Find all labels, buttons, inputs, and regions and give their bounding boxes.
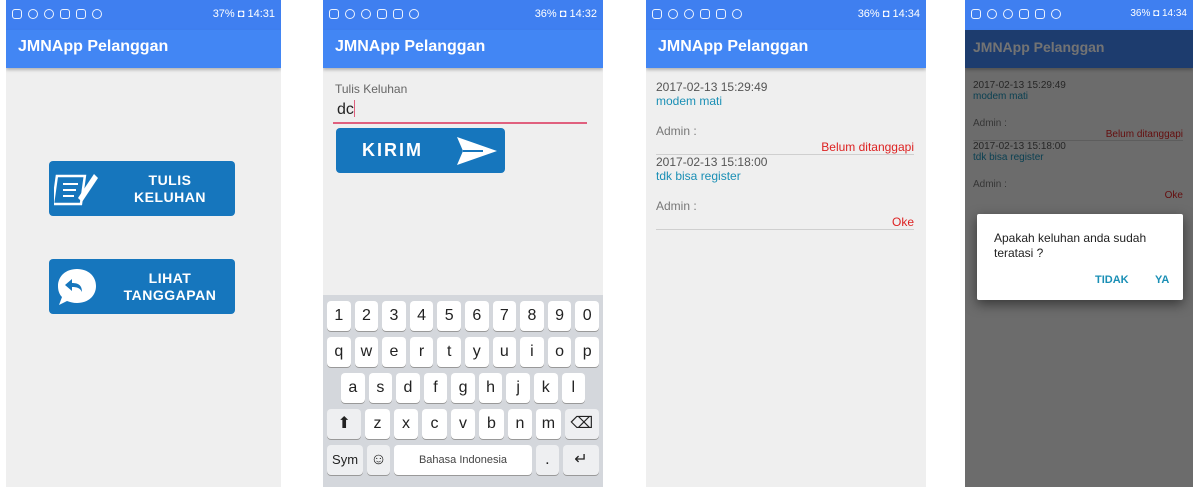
notification-icons [652,9,742,19]
phone-screen-confirm-dialog: 36% ◘ 14:34 JMNApp Pelanggan 2017-02-13 … [965,0,1193,487]
key-s[interactable]: s [368,373,393,403]
send-arrow-icon [449,131,505,171]
key-v[interactable]: v [450,409,476,439]
key-o[interactable]: o [547,337,572,367]
key-0[interactable]: 0 [575,301,599,331]
entry-status: Belum ditanggapi [821,140,914,154]
key-d[interactable]: d [396,373,420,403]
entry-status: Oke [891,215,914,229]
reply-bubble-icon [49,264,105,310]
status-right: 36% ◘ 14:32 [534,8,597,20]
status-right: 37% ◘ 14:31 [212,8,275,20]
key-1[interactable]: 1 [327,301,351,331]
notification-icons [12,9,102,19]
backspace-key[interactable]: ⌫ [564,409,599,439]
entry-message: modem mati [656,94,723,108]
entry-admin-label: Admin : [656,199,697,213]
kirim-label: KIRIM [362,140,423,160]
complaint-input[interactable]: dc [333,100,587,124]
complaint-field-label: Tulis Keluhan [335,82,408,96]
key-i[interactable]: i [520,337,544,367]
key-6[interactable]: 6 [464,301,489,331]
phone-screen-compose: 36% ◘ 14:32 JMNApp Pelanggan Tulis Keluh… [323,0,603,487]
ya-button[interactable]: YA [1155,274,1169,286]
period-key[interactable]: . [535,445,559,475]
key-y[interactable]: y [464,337,489,367]
entry-message: tdk bisa register [656,169,741,183]
app-title: JMNApp Pelanggan [646,30,926,68]
complaint-input-value: dc [337,101,354,118]
emoji-key[interactable]: ☺ [367,445,391,475]
phone-screen-responses: 36% ◘ 14:34 JMNApp Pelanggan 2017-02-13 … [646,0,926,487]
key-r[interactable]: r [409,337,434,367]
app-title: JMNApp Pelanggan [323,30,603,68]
lihat-tanggapan-label: LIHAT TANGGAPAN [123,269,217,303]
entry-date: 2017-02-13 15:18:00 [656,155,768,169]
tulis-keluhan-label: TULIS KELUHAN [134,171,206,205]
status-bar: 36% ◘ 14:34 [965,0,1193,30]
key-g[interactable]: g [451,373,475,403]
notification-icons [329,9,419,19]
status-bar: 36% ◘ 14:32 [323,0,603,30]
key-f[interactable]: f [423,373,448,403]
key-j[interactable]: j [506,373,530,403]
write-complaint-icon [49,166,105,212]
key-3[interactable]: 3 [382,301,406,331]
text-cursor [353,100,356,117]
status-bar: 36% ◘ 14:34 [646,0,926,30]
dialog-message: Apakah keluhan anda sudah teratasi ? [994,231,1147,260]
space-key[interactable]: Bahasa Indonesia [394,445,532,475]
divider [656,229,914,230]
enter-key[interactable]: ↵ [562,445,599,475]
status-right: 36% ◘ 14:34 [1130,8,1187,19]
list-item[interactable]: 2017-02-13 15:18:00 tdk bisa register Ad… [656,155,914,230]
phone-screen-home: 37% ◘ 14:31 JMNApp Pelanggan TULIS KELUH… [6,0,281,487]
key-c[interactable]: c [422,409,447,439]
key-b[interactable]: b [479,409,504,439]
key-h[interactable]: h [478,373,503,403]
key-4[interactable]: 4 [409,301,434,331]
status-right: 36% ◘ 14:34 [857,8,920,20]
tidak-button[interactable]: TIDAK [1095,274,1129,286]
key-e[interactable]: e [382,337,406,367]
status-bar: 37% ◘ 14:31 [6,0,281,30]
key-9[interactable]: 9 [547,301,572,331]
key-a[interactable]: a [341,373,365,403]
key-t[interactable]: t [437,337,461,367]
entry-date: 2017-02-13 15:29:49 [656,80,768,94]
kirim-button[interactable]: KIRIM [336,128,505,173]
key-u[interactable]: u [492,337,517,367]
app-title: JMNApp Pelanggan [6,30,281,68]
key-k[interactable]: k [533,373,558,403]
key-p[interactable]: p [575,337,599,367]
key-8[interactable]: 8 [520,301,544,331]
response-list: 2017-02-13 15:29:49 modem mati Admin : B… [656,80,914,230]
key-5[interactable]: 5 [437,301,461,331]
entry-admin-label: Admin : [656,124,697,138]
soft-keyboard: 1 2 3 4 5 6 7 8 9 0 q w e r t y u i o p … [323,295,603,487]
shift-key[interactable]: ⬆ [327,409,362,439]
key-m[interactable]: m [536,409,561,439]
key-z[interactable]: z [365,409,390,439]
key-q[interactable]: q [327,337,351,367]
sym-key[interactable]: Sym [327,445,364,475]
key-w[interactable]: w [354,337,379,367]
key-n[interactable]: n [507,409,533,439]
confirm-dialog: Apakah keluhan anda sudah teratasi ? TID… [977,214,1183,300]
key-7[interactable]: 7 [492,301,517,331]
key-x[interactable]: x [393,409,419,439]
key-2[interactable]: 2 [354,301,379,331]
notification-icons [971,9,1061,19]
key-l[interactable]: l [561,373,586,403]
tulis-keluhan-button[interactable]: TULIS KELUHAN [49,161,235,216]
lihat-tanggapan-button[interactable]: LIHAT TANGGAPAN [49,259,235,314]
list-item[interactable]: 2017-02-13 15:29:49 modem mati Admin : B… [656,80,914,155]
